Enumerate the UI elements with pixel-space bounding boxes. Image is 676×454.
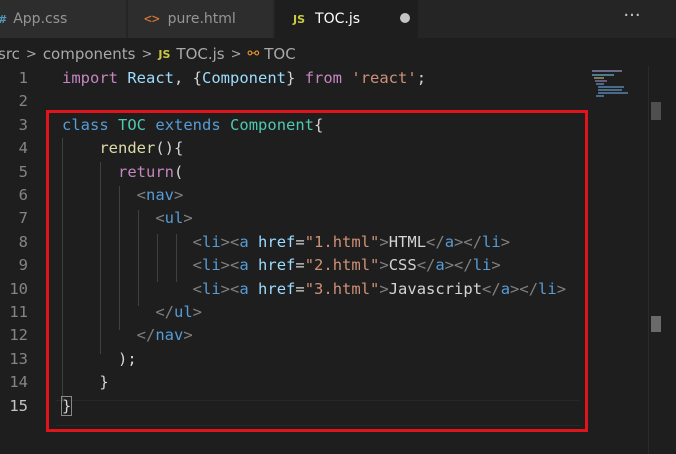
- line-number: 13: [9, 349, 28, 368]
- code-token: , {: [174, 69, 203, 87]
- code-text: import React, {Component} from 'react';: [62, 66, 426, 90]
- chevron-right-icon: >: [141, 46, 153, 62]
- line-number: 9: [18, 256, 28, 275]
- line-number: 11: [9, 303, 28, 321]
- vertical-scrollbar[interactable]: [648, 66, 663, 454]
- code-token: }: [286, 69, 305, 87]
- code-token: ;: [416, 69, 427, 87]
- line-number: 1: [18, 69, 28, 87]
- breadcrumb-item-symbol[interactable]: TOC: [264, 45, 295, 63]
- line-number: 10: [9, 279, 28, 298]
- red-highlight-box: [46, 110, 588, 432]
- tab-label: pure.html: [167, 11, 236, 27]
- minimap-preview: [592, 70, 628, 97]
- code-token: Component: [202, 69, 287, 87]
- js-file-icon: JS: [158, 47, 171, 61]
- tab-pure-html[interactable]: <> pure.html: [128, 0, 274, 38]
- html-file-icon: <>: [144, 11, 160, 27]
- line-number: 7: [18, 209, 28, 228]
- tab-toc-js[interactable]: JS TOC.js: [275, 0, 418, 38]
- line-number: 8: [18, 232, 28, 251]
- tab-label: App.css: [13, 11, 68, 27]
- chevron-right-icon: >: [25, 46, 37, 62]
- line-number: 2: [18, 92, 28, 111]
- tab-label: TOC.js: [315, 11, 360, 27]
- scrollbar-thumb[interactable]: [651, 102, 661, 120]
- line-number: 15: [9, 396, 28, 415]
- chevron-right-icon: >: [230, 46, 242, 62]
- code-token: React: [127, 69, 175, 87]
- minimap[interactable]: [586, 66, 648, 454]
- line-number: 4: [18, 139, 28, 158]
- breadcrumb-item-components[interactable]: components: [43, 45, 136, 63]
- tab-app-css[interactable]: # App.css: [0, 0, 127, 38]
- class-symbol-icon: ⚯: [247, 46, 260, 62]
- breadcrumb-item-src[interactable]: src: [0, 45, 20, 63]
- unsaved-dot-icon[interactable]: [400, 13, 410, 23]
- line-number: 5: [18, 162, 28, 181]
- line-number: 12: [9, 326, 28, 345]
- line-number: 3: [18, 115, 28, 134]
- code-line[interactable]: 1 import React, {Component} from 'react';: [0, 66, 585, 90]
- more-actions-icon[interactable]: ···: [620, 6, 644, 30]
- code-token: import: [62, 69, 118, 87]
- js-file-icon: JS: [293, 12, 306, 26]
- code-token: 'react': [351, 69, 417, 87]
- line-number: 6: [18, 186, 28, 204]
- breadcrumb: src > components > JS TOC.js > ⚯ TOC: [0, 42, 676, 66]
- line-number: 14: [9, 373, 28, 392]
- tab-bar: # App.css <> pure.html JS TOC.js ···: [0, 0, 676, 38]
- scrollbar-cursor-marker: [651, 316, 661, 332]
- breadcrumb-item-file[interactable]: TOC.js: [176, 45, 224, 63]
- css-file-icon: #: [0, 13, 7, 26]
- code-token: from: [304, 69, 343, 87]
